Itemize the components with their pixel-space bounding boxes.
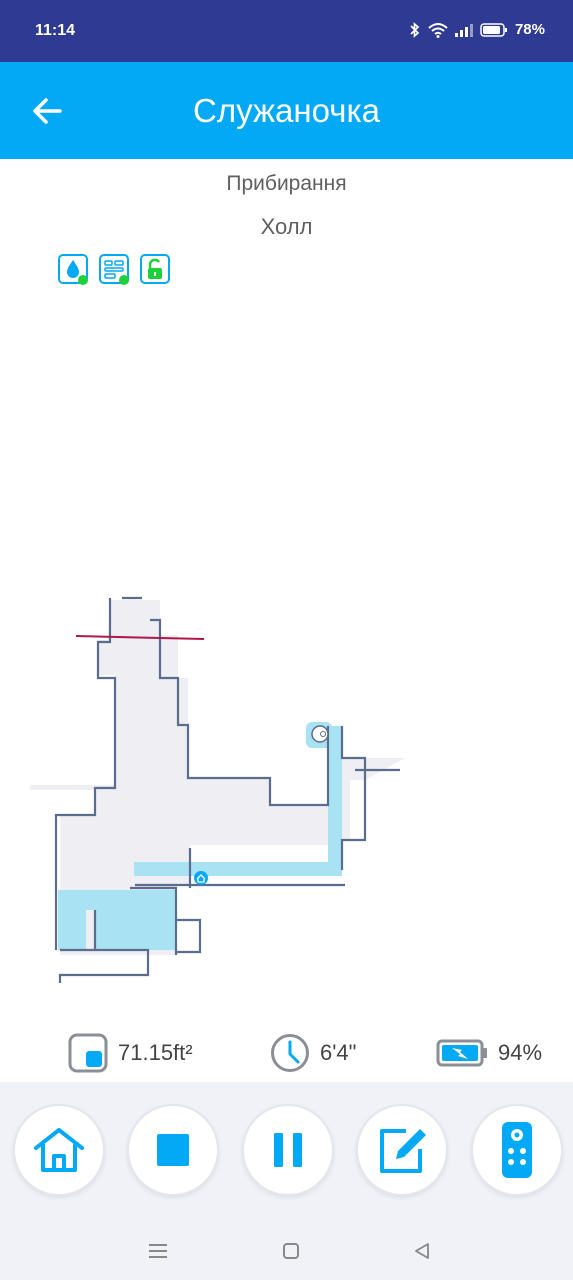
- area-value: 71.15ft²: [118, 1040, 193, 1065]
- dock-marker: [194, 871, 208, 885]
- edit-button[interactable]: [356, 1104, 448, 1196]
- map-canvas: [30, 596, 405, 983]
- home-button[interactable]: [13, 1104, 105, 1196]
- battery-icon: [480, 22, 507, 37]
- home-icon: [34, 1128, 84, 1172]
- battery-percent: 78%: [514, 21, 545, 38]
- system-nav-bar: [0, 1222, 573, 1280]
- time-value: 6'4": [320, 1040, 357, 1065]
- stop-button[interactable]: [127, 1104, 219, 1196]
- signal-icon: [454, 23, 473, 37]
- status-icons: 78%: [409, 21, 545, 38]
- lock-indicator[interactable]: [140, 254, 170, 286]
- square-icon: [283, 1243, 299, 1259]
- battery-charging-icon: [436, 1039, 487, 1067]
- room-name: Холл: [260, 214, 313, 239]
- mop-settings-indicator[interactable]: [99, 254, 129, 286]
- status-time: 11:14: [35, 22, 76, 39]
- remote-button[interactable]: [471, 1104, 563, 1196]
- edit-icon: [380, 1129, 426, 1173]
- back-nav-button[interactable]: [408, 1238, 436, 1264]
- water-drop-icon: [58, 254, 88, 285]
- water-drop-indicator[interactable]: [58, 254, 88, 286]
- app-bar: Служаночка: [0, 62, 573, 159]
- mop-settings-icon: [99, 254, 129, 285]
- robot-marker: [311, 725, 329, 743]
- stop-icon: [157, 1134, 189, 1166]
- area-stat: 71.15ft²: [68, 1030, 193, 1076]
- cleaning-map[interactable]: [0, 570, 573, 1000]
- area-icon: [68, 1033, 108, 1073]
- wifi-icon: [428, 22, 448, 38]
- status-bar: 11:14 78%: [0, 0, 573, 62]
- pause-button[interactable]: [242, 1104, 334, 1196]
- menu-icon: [149, 1244, 167, 1258]
- pause-icon: [274, 1133, 302, 1167]
- battery-stat: 94%: [436, 1030, 542, 1076]
- menu-button[interactable]: [144, 1238, 172, 1264]
- home-nav-button[interactable]: [277, 1238, 305, 1264]
- clock-icon: [271, 1034, 309, 1072]
- battery-value: 94%: [498, 1040, 543, 1065]
- unlock-icon: [140, 254, 170, 284]
- cleaning-mode: Прибирання: [226, 172, 347, 195]
- bluetooth-icon: [410, 21, 420, 38]
- remote-control-icon: [502, 1122, 532, 1178]
- page-title: Служаночка: [193, 92, 380, 129]
- time-stat: 6'4": [270, 1030, 356, 1076]
- control-bar: [0, 1082, 573, 1222]
- cleaning-stats: 71.15ft² 6'4" 94%: [0, 1030, 573, 1076]
- triangle-back-icon: [415, 1243, 429, 1259]
